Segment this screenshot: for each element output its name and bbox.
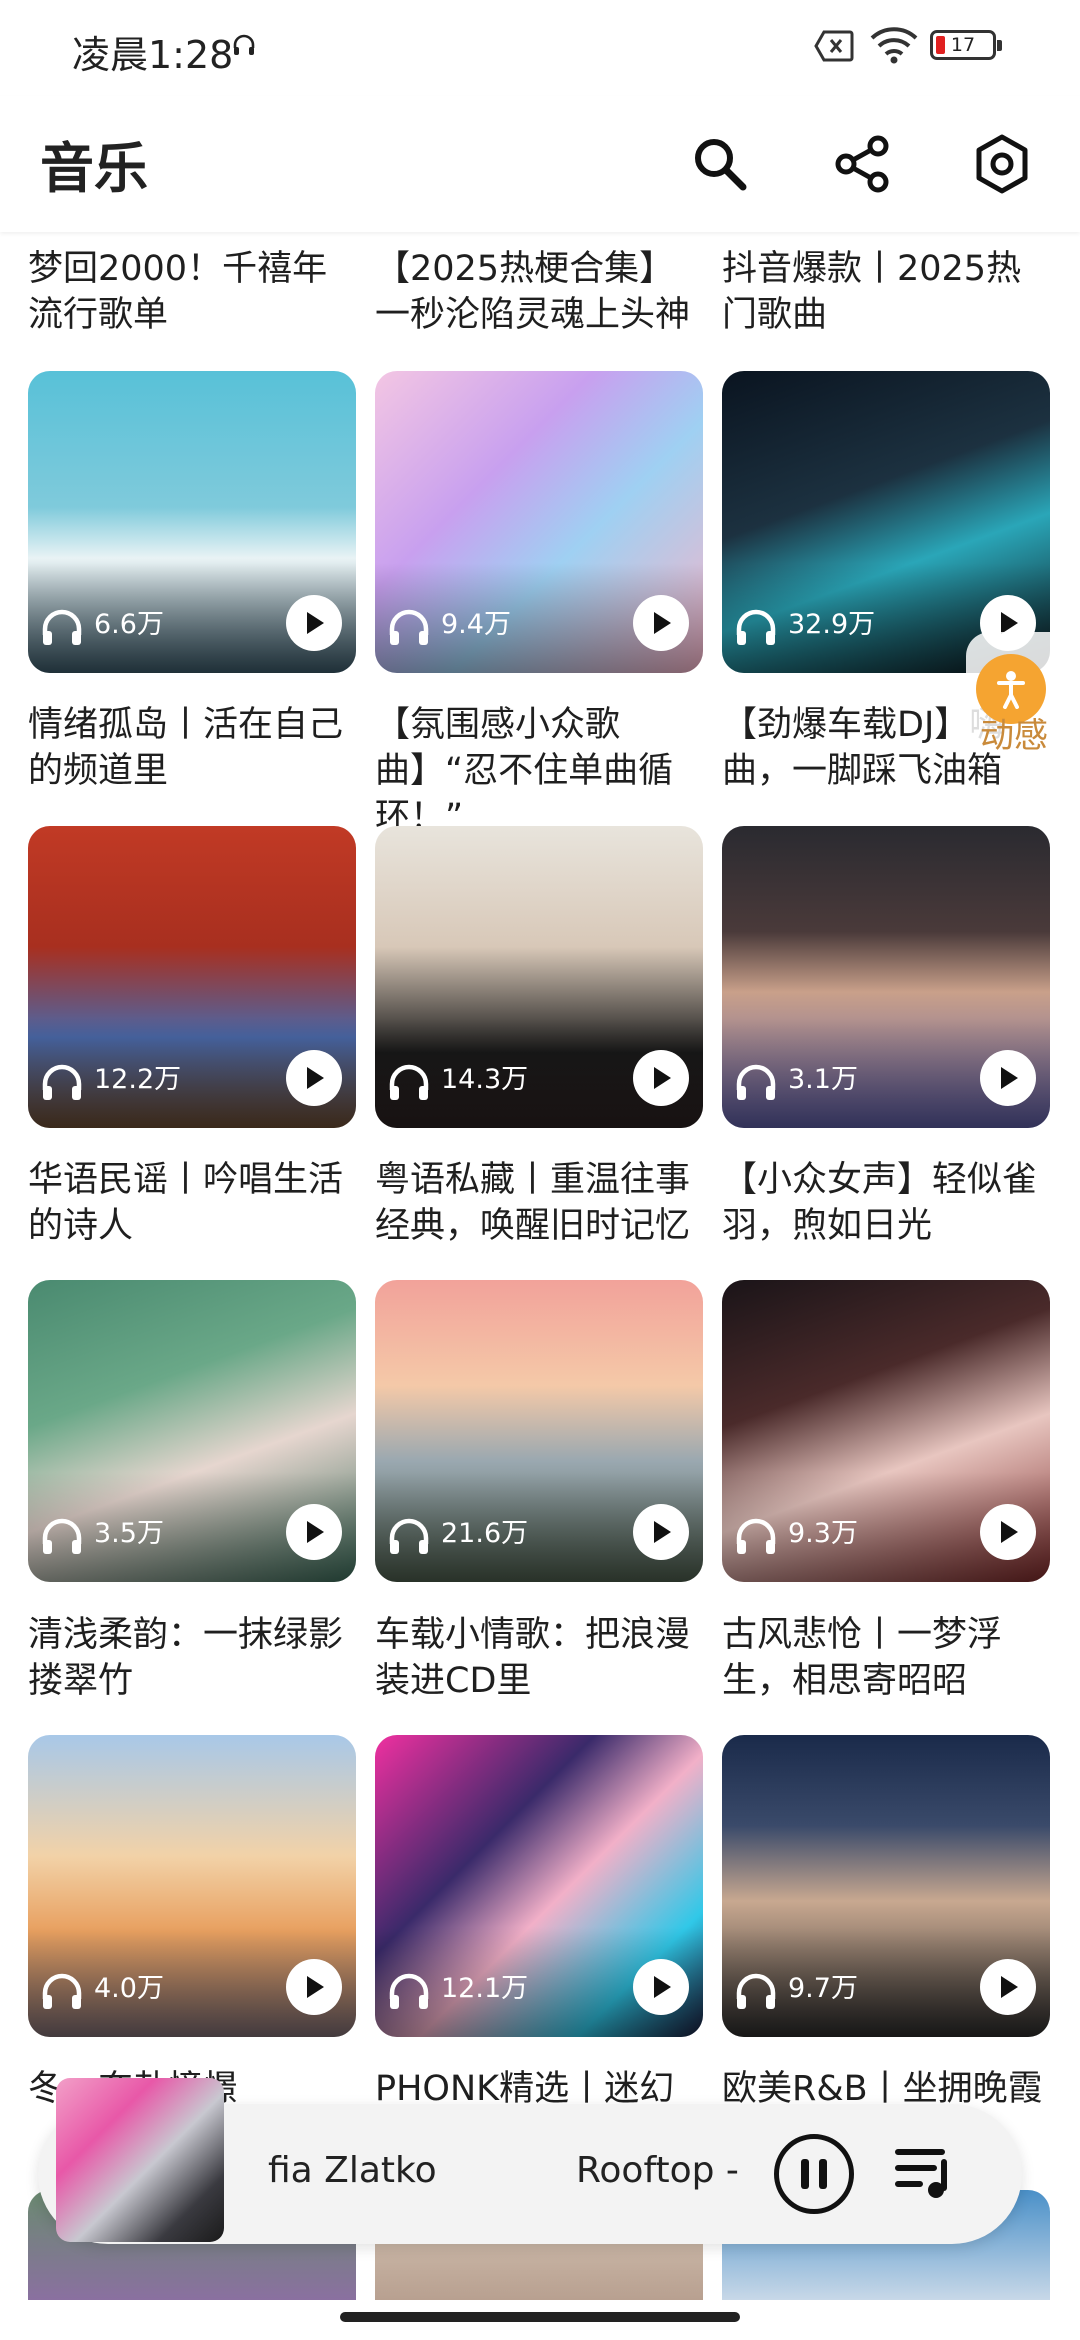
- home-indicator[interactable]: [340, 2312, 740, 2322]
- playlist-title[interactable]: 抖音爆款丨2025热门歌曲: [722, 246, 1052, 338]
- app-header: 音乐: [0, 96, 1080, 232]
- play-count: 12.2万: [94, 1064, 182, 1095]
- now-playing-title: Rooftop -: [576, 2150, 739, 2191]
- battery-level: 17: [950, 34, 976, 56]
- headphones-icon: [736, 1973, 776, 2009]
- headset-icon: [232, 34, 256, 60]
- play-button[interactable]: [980, 1050, 1036, 1106]
- status-bar: 凌晨1:28 17: [0, 0, 1080, 96]
- play-icon: [307, 1067, 324, 1089]
- search-icon: [695, 139, 747, 191]
- pause-button[interactable]: [774, 2134, 854, 2214]
- play-icon: [654, 612, 671, 634]
- play-button[interactable]: [980, 1959, 1036, 2015]
- play-icon: [307, 612, 324, 634]
- play-count: 3.5万: [94, 1518, 164, 1549]
- share-icon: [835, 135, 889, 193]
- playlist-cover[interactable]: 4.0万: [28, 1735, 356, 2037]
- playlist-cover[interactable]: 14.3万: [375, 826, 703, 1128]
- battery-icon: 17: [930, 30, 1002, 60]
- play-count: 4.0万: [94, 1973, 164, 2004]
- play-icon: [654, 1976, 671, 1998]
- play-count: 3.1万: [788, 1064, 858, 1095]
- playlist-cover[interactable]: 12.1万: [375, 1735, 703, 2037]
- page-title: 音乐: [40, 137, 148, 200]
- playlist-title[interactable]: 梦回2000！千禧年流行歌单: [28, 246, 358, 338]
- playlist-cover[interactable]: 9.4万: [375, 371, 703, 673]
- dynamic-label: 动感: [980, 716, 1048, 756]
- playlist-cover[interactable]: 21.6万: [375, 1280, 703, 1582]
- play-button[interactable]: [633, 1050, 689, 1106]
- play-button[interactable]: [633, 1504, 689, 1560]
- play-count: 12.1万: [441, 1973, 529, 2004]
- headphones-icon: [42, 1518, 82, 1554]
- play-button[interactable]: [286, 1959, 342, 2015]
- no-sim-icon: [814, 30, 854, 66]
- playlist-cover[interactable]: 6.6万: [28, 371, 356, 673]
- share-button[interactable]: [822, 124, 902, 204]
- play-icon: [1001, 1521, 1018, 1543]
- play-count: 21.6万: [441, 1518, 529, 1549]
- now-playing-cover[interactable]: [56, 2078, 224, 2242]
- settings-button[interactable]: [962, 124, 1042, 204]
- playlist-button[interactable]: [894, 2140, 958, 2208]
- headphones-icon: [736, 1064, 776, 1100]
- playlist-title[interactable]: 古风悲怆丨一梦浮生，相思寄昭昭: [722, 1612, 1052, 1704]
- headphones-icon: [389, 1973, 429, 2009]
- now-playing-artist: fia Zlatko: [268, 2150, 437, 2191]
- play-count: 14.3万: [441, 1064, 529, 1095]
- play-button[interactable]: [286, 1050, 342, 1106]
- play-count: 6.6万: [94, 609, 164, 640]
- playlist-cover[interactable]: 3.5万: [28, 1280, 356, 1582]
- playlist-title[interactable]: 【小众女声】轻似雀羽，煦如日光: [722, 1157, 1052, 1249]
- playlist-title[interactable]: 情绪孤岛丨活在自己的频道里: [28, 702, 358, 794]
- headphones-icon: [42, 609, 82, 645]
- play-icon: [1001, 1976, 1018, 1998]
- play-count: 9.7万: [788, 1973, 858, 2004]
- playlist-title[interactable]: 粤语私藏丨重温往事经典，唤醒旧时记忆: [375, 1157, 705, 1249]
- playlist-title[interactable]: 【氛围感小众歌曲】“忍不住单曲循环！”: [375, 702, 705, 840]
- play-count: 32.9万: [788, 609, 876, 640]
- mini-player[interactable]: fia Zlatko Rooftop -: [38, 2078, 1022, 2244]
- play-button[interactable]: [286, 1504, 342, 1560]
- play-count: 9.3万: [788, 1518, 858, 1549]
- play-button[interactable]: [633, 1959, 689, 2015]
- playlist-cover[interactable]: 9.7万: [722, 1735, 1050, 2037]
- play-icon: [1001, 1067, 1018, 1089]
- play-button[interactable]: [980, 1504, 1036, 1560]
- playlist-cover[interactable]: 32.9万: [722, 371, 1050, 673]
- playlist-title[interactable]: 车载小情歌：把浪漫装进CD里: [375, 1612, 705, 1704]
- search-button[interactable]: [680, 124, 760, 204]
- headphones-icon: [389, 1518, 429, 1554]
- headphones-icon: [389, 609, 429, 645]
- playlist-icon: [895, 2149, 947, 2198]
- play-count: 9.4万: [441, 609, 511, 640]
- playlist-title[interactable]: 【2025热梗合集】一秒沦陷灵魂上头神: [375, 246, 705, 338]
- status-time: 凌晨1:28: [72, 33, 234, 77]
- playlist-title[interactable]: 华语民谣丨吟唱生活的诗人: [28, 1157, 358, 1249]
- headphones-icon: [42, 1973, 82, 2009]
- playlist-cover[interactable]: 3.1万: [722, 826, 1050, 1128]
- settings-icon: [976, 134, 1028, 194]
- wifi-icon: [870, 26, 918, 68]
- dynamic-float-button[interactable]: 动感: [966, 632, 1080, 756]
- headphones-icon: [42, 1064, 82, 1100]
- playlist-title[interactable]: 清浅柔韵：一抹绿影搂翠竹: [28, 1612, 358, 1704]
- play-icon: [307, 1521, 324, 1543]
- headphones-icon: [736, 1518, 776, 1554]
- playlist-cover[interactable]: 12.2万: [28, 826, 356, 1128]
- play-icon: [654, 1067, 671, 1089]
- pause-icon: [801, 2159, 809, 2189]
- play-button[interactable]: [633, 595, 689, 651]
- play-icon: [307, 1976, 324, 1998]
- headphones-icon: [736, 609, 776, 645]
- play-button[interactable]: [286, 595, 342, 651]
- headphones-icon: [389, 1064, 429, 1100]
- playlist-cover[interactable]: 9.3万: [722, 1280, 1050, 1582]
- play-icon: [654, 1521, 671, 1543]
